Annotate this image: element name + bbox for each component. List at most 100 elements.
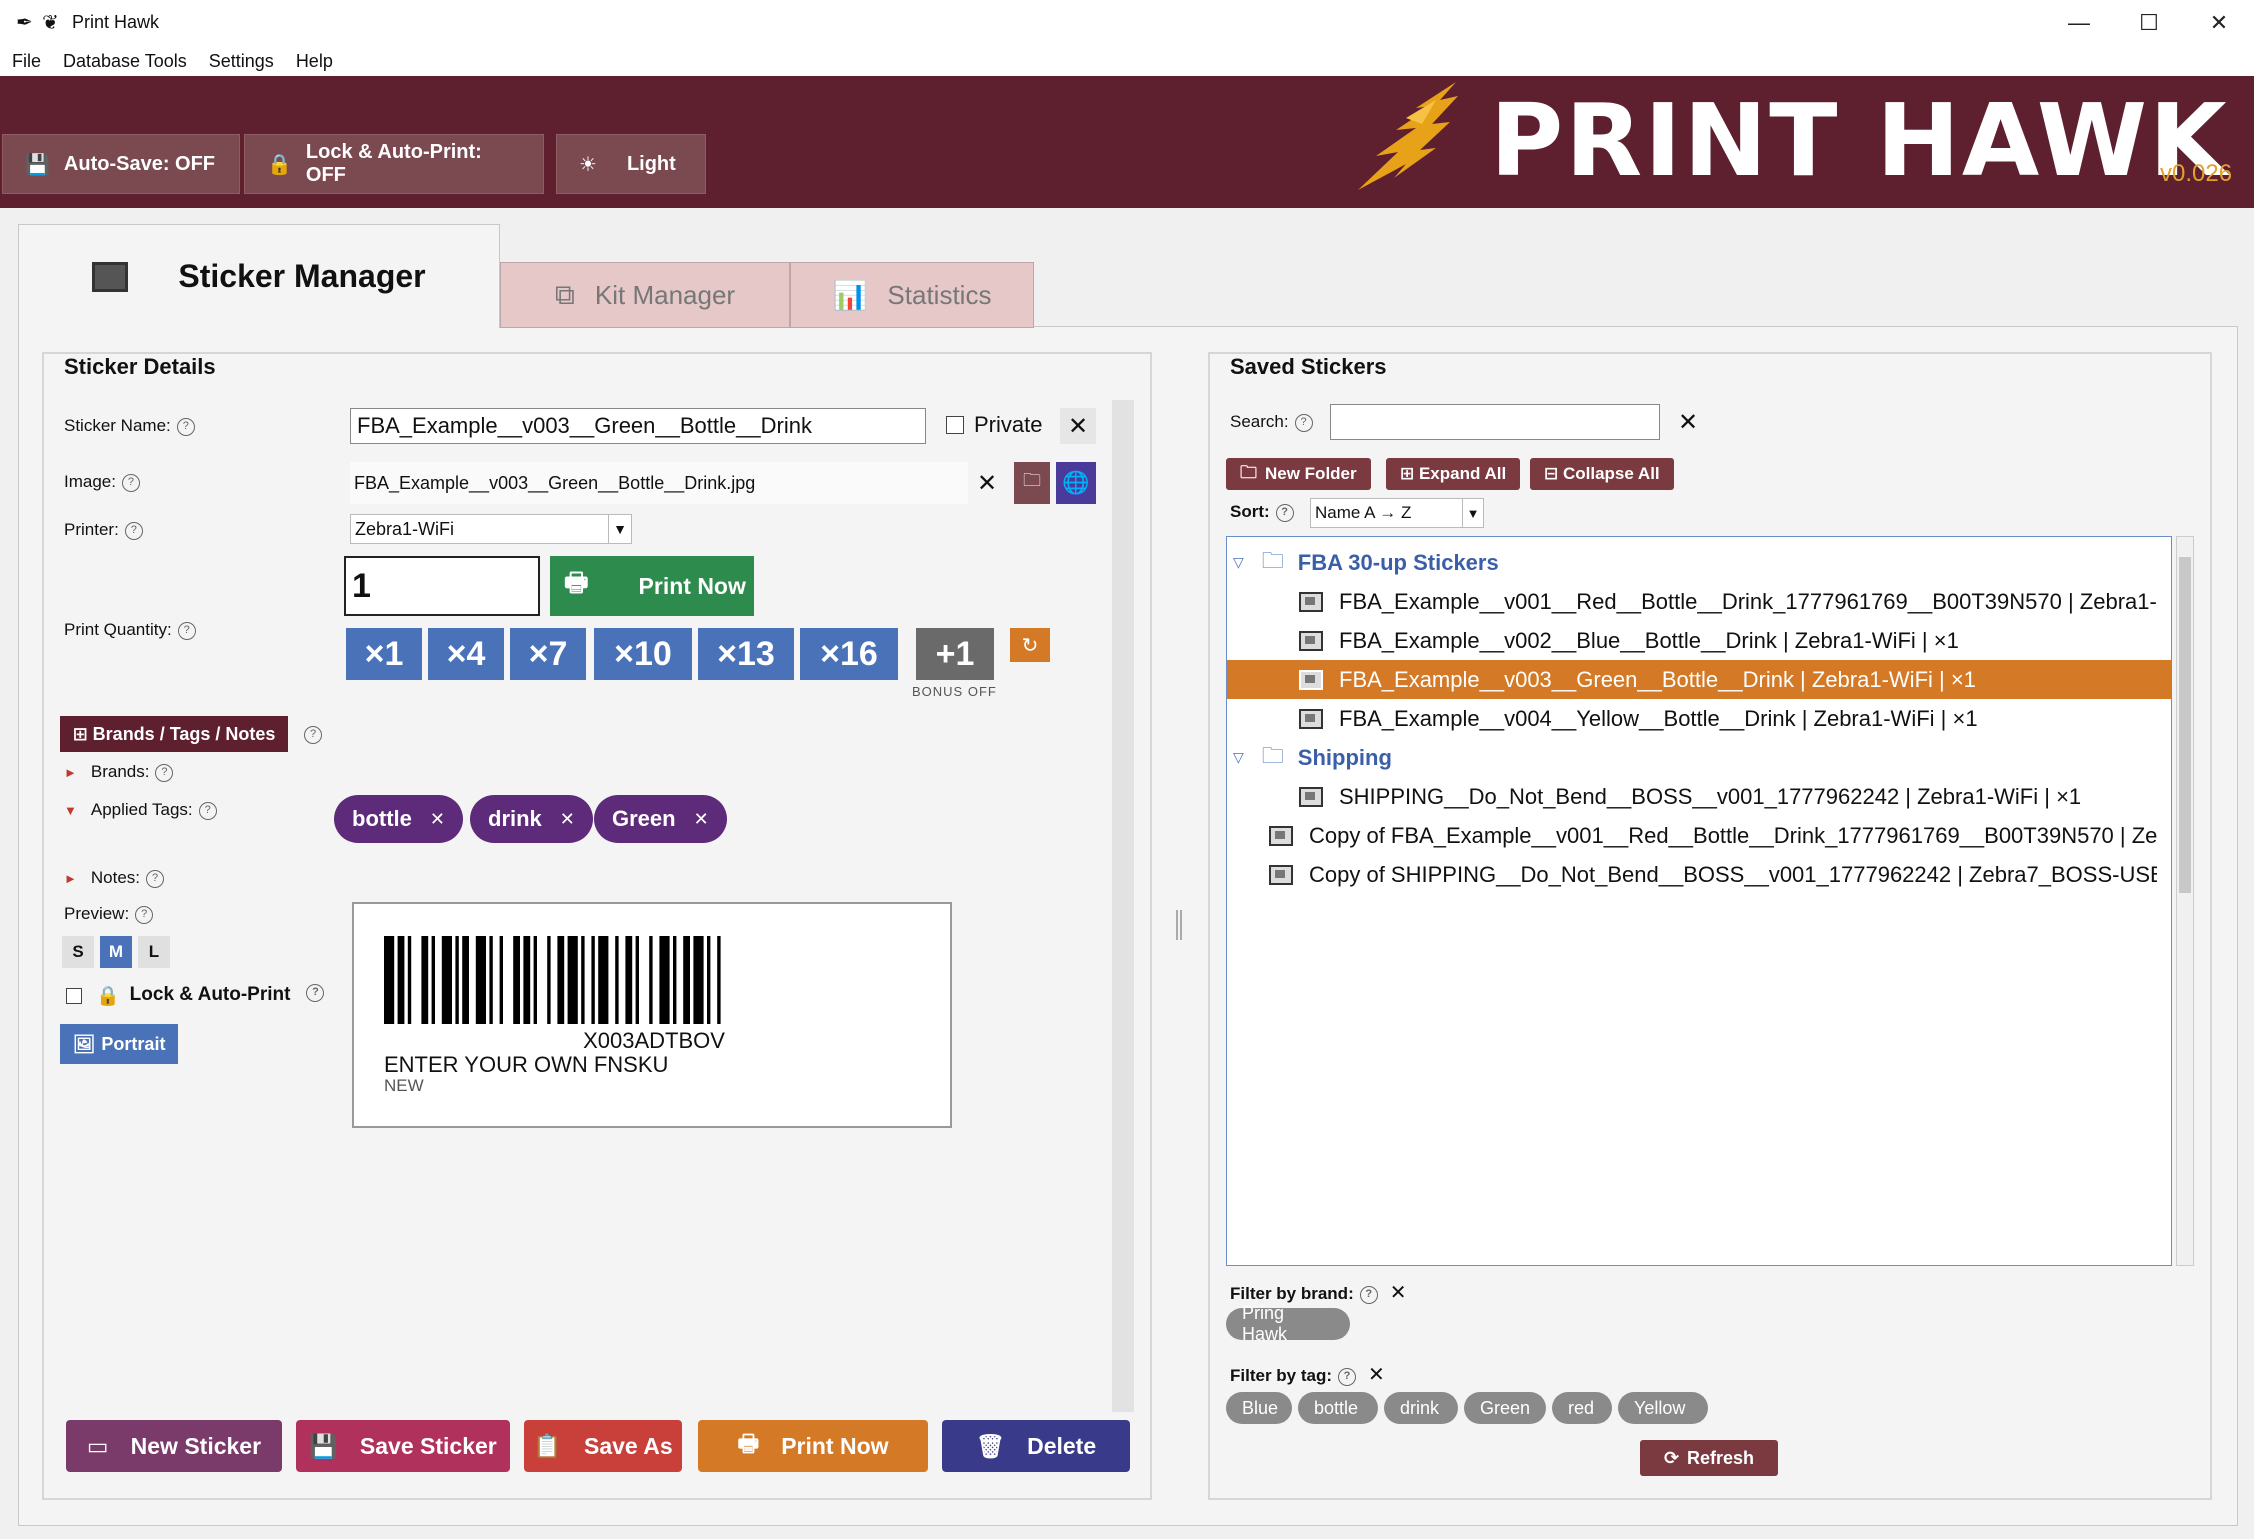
tree-item[interactable]: FBA_Example__v004__Yellow__Bottle__Drink…	[1227, 699, 2157, 738]
lock-autoprint-checkbox[interactable]	[66, 988, 82, 1004]
web-search-icon[interactable]: 🌐	[1056, 462, 1096, 504]
autosave-toggle-button[interactable]: 💾 Auto-Save: OFF	[2, 134, 240, 194]
folder-browse-icon[interactable]: 🗀	[1014, 462, 1050, 504]
clear-name-icon[interactable]: ✕	[1060, 408, 1096, 444]
reset-icon[interactable]: ↻	[1010, 628, 1050, 662]
help-icon[interactable]: ?	[155, 763, 174, 782]
help-icon[interactable]: ?	[121, 473, 140, 492]
size-l-button[interactable]: L	[138, 936, 170, 968]
chevron-down-icon[interactable]: ▽	[1233, 554, 1244, 571]
clear-tag-filter-icon[interactable]: ✕	[1368, 1364, 1385, 1386]
menu-file[interactable]: File	[12, 51, 41, 72]
details-scrollbar[interactable]	[1112, 400, 1134, 1412]
tag-filter-pill[interactable]: Blue	[1226, 1392, 1292, 1424]
remove-tag-icon[interactable]: ✕	[694, 809, 709, 830]
maximize-button[interactable]: ☐	[2114, 0, 2184, 46]
sort-select[interactable]: Name A → Z	[1310, 498, 1464, 528]
brands-tags-notes-button[interactable]: ⊞ Brands / Tags / Notes	[60, 716, 288, 752]
tag-filter-pill[interactable]: drink	[1384, 1392, 1458, 1424]
brand-filter-pill[interactable]: Pring Hawk	[1226, 1303, 1350, 1344]
private-checkbox[interactable]	[946, 416, 964, 434]
multiplier-x13-button[interactable]: ×13	[698, 628, 794, 680]
menu-settings[interactable]: Settings	[209, 51, 274, 72]
tree-item[interactable]: FBA_Example__v002__Blue__Bottle__Drink |…	[1227, 621, 2157, 660]
portrait-button[interactable]: 🖼 Portrait	[60, 1024, 178, 1064]
help-icon[interactable]: ?	[1359, 1285, 1378, 1304]
search-input[interactable]	[1330, 404, 1660, 440]
chevron-down-icon[interactable]: ▽	[1233, 749, 1244, 766]
new-sticker-button[interactable]: ▭ New Sticker	[66, 1420, 282, 1472]
quantity-input[interactable]: 1	[344, 556, 540, 616]
tag-filter-pill[interactable]: red	[1552, 1392, 1612, 1424]
size-m-button[interactable]: M	[100, 936, 132, 968]
multiplier-x4-button[interactable]: ×4	[428, 628, 504, 680]
notes-expander[interactable]: ► Notes:?	[64, 868, 165, 888]
tree-item[interactable]: Copy of FBA_Example__v001__Red__Bottle__…	[1227, 816, 2157, 855]
new-folder-button[interactable]: 🗀 New Folder	[1226, 458, 1371, 490]
help-icon[interactable]: ?	[1275, 503, 1294, 522]
help-icon[interactable]: ?	[146, 869, 165, 888]
tag-filter-pill[interactable]: Green	[1464, 1392, 1546, 1424]
help-icon[interactable]: ?	[176, 417, 195, 436]
chevron-down-icon[interactable]: ▼	[1462, 498, 1484, 528]
close-window-button[interactable]: ✕	[2184, 0, 2254, 46]
help-icon[interactable]: ?	[306, 984, 325, 1002]
tree-item[interactable]: FBA_Example__v001__Red__Bottle__Drink_17…	[1227, 582, 2157, 621]
tag-chip[interactable]: bottle ✕	[334, 795, 463, 843]
lock-autoprint-toggle-button[interactable]: 🔒 Lock & Auto-Print: OFF	[244, 134, 544, 194]
tree-item[interactable]: Copy of SHIPPING__Do_Not_Bend__BOSS__v00…	[1227, 855, 2157, 894]
help-icon[interactable]: ?	[1294, 413, 1313, 432]
folder-row[interactable]: ▽ 🗀 FBA 30-up Stickers	[1227, 543, 2157, 582]
print-now-button[interactable]: 🖶 Print Now	[698, 1420, 928, 1472]
remove-tag-icon[interactable]: ✕	[560, 809, 575, 830]
new-sticker-label: New Sticker	[130, 1432, 262, 1459]
print-now-quick-button[interactable]: 🖶 Print Now	[550, 556, 754, 616]
folder-row[interactable]: ▽ 🗀 Shipping	[1227, 738, 2157, 777]
printer-select[interactable]: Zebra1-WiFi	[350, 514, 612, 544]
help-icon[interactable]: ?	[177, 621, 196, 640]
menu-help[interactable]: Help	[296, 51, 333, 72]
tab-statistics[interactable]: 📊 Statistics	[790, 262, 1034, 328]
expand-all-button[interactable]: ⊞ Expand All	[1386, 458, 1521, 490]
remove-tag-icon[interactable]: ✕	[430, 809, 445, 830]
minimize-button[interactable]: —	[2044, 0, 2114, 46]
menu-database-tools[interactable]: Database Tools	[63, 51, 187, 72]
multiplier-x7-button[interactable]: ×7	[510, 628, 586, 680]
brands-expander[interactable]: ► Brands:?	[64, 762, 174, 782]
theme-toggle-button[interactable]: ☀ Light	[556, 134, 706, 194]
clear-brand-filter-icon[interactable]: ✕	[1390, 1282, 1407, 1304]
tab-sticker-manager[interactable]: Sticker Manager	[18, 224, 500, 328]
splitter-handle[interactable]	[1176, 910, 1182, 940]
size-s-button[interactable]: S	[62, 936, 94, 968]
tree-item[interactable]: SHIPPING__Do_Not_Bend__BOSS__v001_177796…	[1227, 777, 2157, 816]
help-icon[interactable]: ?	[1338, 1367, 1357, 1386]
bonus-button[interactable]: +1	[916, 628, 994, 680]
help-icon[interactable]: ?	[198, 801, 217, 820]
tab-kit-manager[interactable]: ⧉ Kit Manager	[500, 262, 790, 328]
delete-button[interactable]: 🗑 Delete	[942, 1420, 1130, 1472]
tags-expander[interactable]: ▼ Applied Tags:?	[64, 800, 217, 820]
tag-filter-pill[interactable]: Yellow	[1618, 1392, 1708, 1424]
sticker-name-input[interactable]: FBA_Example__v003__Green__Bottle__Drink	[350, 408, 926, 444]
lock-icon: 🔒	[96, 986, 120, 1007]
help-icon[interactable]: ?	[135, 905, 154, 924]
clear-image-icon[interactable]: ✕	[970, 466, 1004, 500]
scrollbar-thumb[interactable]	[2179, 557, 2191, 893]
image-path-field[interactable]: FBA_Example__v003__Green__Bottle__Drink.…	[350, 462, 968, 504]
help-icon[interactable]: ?	[304, 726, 322, 744]
tree-item-selected[interactable]: FBA_Example__v003__Green__Bottle__Drink …	[1227, 660, 2171, 699]
collapse-all-button[interactable]: ⊟ Collapse All	[1530, 458, 1674, 490]
tag-chip[interactable]: Green ✕	[594, 795, 727, 843]
clear-search-icon[interactable]: ✕	[1670, 404, 1706, 440]
tag-chip[interactable]: drink ✕	[470, 795, 593, 843]
multiplier-x16-button[interactable]: ×16	[800, 628, 898, 680]
multiplier-x1-button[interactable]: ×1	[346, 628, 422, 680]
tag-filter-pill[interactable]: bottle	[1298, 1392, 1378, 1424]
save-as-button[interactable]: 📋 Save As	[524, 1420, 682, 1472]
refresh-button[interactable]: ⟳ Refresh	[1640, 1440, 1778, 1476]
multiplier-x10-button[interactable]: ×10	[594, 628, 692, 680]
save-sticker-button[interactable]: 💾 Save Sticker	[296, 1420, 510, 1472]
help-icon[interactable]: ?	[124, 521, 143, 540]
chevron-down-icon[interactable]: ▼	[608, 514, 632, 544]
tree-scrollbar[interactable]	[2176, 536, 2194, 1266]
